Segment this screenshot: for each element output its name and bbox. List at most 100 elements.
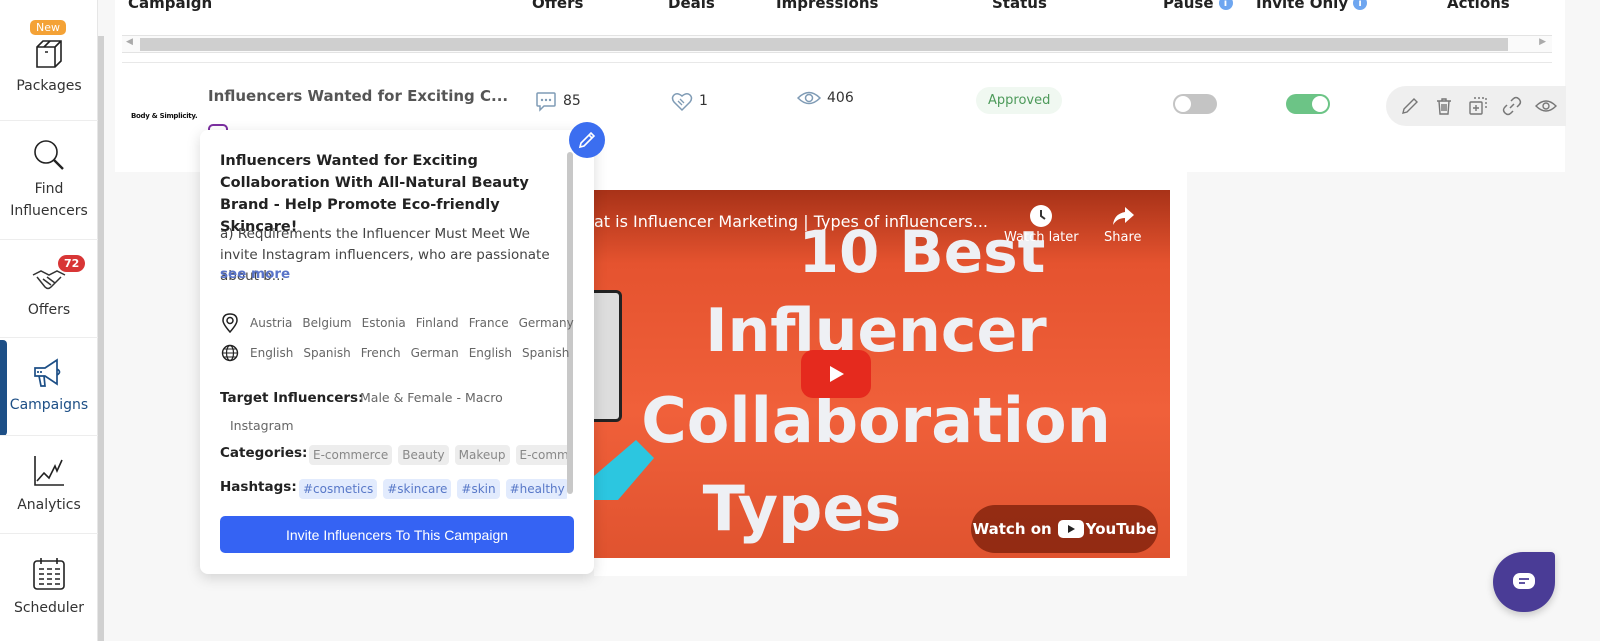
hashtag-chip: #healthy: [505, 479, 567, 499]
sidebar-scrollbar[interactable]: [98, 36, 104, 641]
language: English: [468, 346, 513, 360]
country: France: [468, 316, 509, 330]
category-chip: E-commerce: [309, 445, 393, 465]
actions-group: [1386, 86, 1566, 126]
row-divider: [122, 62, 1552, 63]
country: Belgium: [302, 316, 352, 330]
view-icon[interactable]: [1534, 94, 1558, 118]
watch-later-button[interactable]: Watch later: [1004, 204, 1079, 245]
info-icon[interactable]: i: [1353, 0, 1368, 10]
country: Austria: [250, 316, 293, 330]
play-icon: [830, 366, 844, 382]
hashtag-chip: #skin: [457, 479, 500, 499]
watch-on-youtube-button[interactable]: Watch on YouTube: [971, 505, 1158, 553]
play-button[interactable]: [801, 350, 871, 398]
country: Germany: [518, 316, 574, 330]
scroll-left-arrow[interactable]: ◀: [126, 37, 133, 47]
languages-row: English Spanish French German English Sp…: [220, 344, 579, 362]
header-label: Pause: [1163, 0, 1214, 12]
new-badge: New: [30, 20, 66, 35]
language: German: [410, 346, 459, 360]
thumbnail-text-line2: Influencer: [705, 296, 1047, 366]
toggle-knob: [1312, 96, 1328, 112]
sidebar-item-scheduler[interactable]: Scheduler: [0, 534, 98, 641]
youtube-video[interactable]: at is Influencer Marketing | Types of in…: [594, 190, 1170, 558]
countries-row: Austria Belgium Estonia Finland France G…: [220, 313, 584, 333]
target-influencers-value: Male & Female - Macro: [360, 390, 503, 405]
duplicate-icon[interactable]: [1466, 94, 1490, 118]
sidebar-item-label: Campaigns: [9, 396, 89, 413]
target-influencers-label: Target Influencers:: [220, 390, 364, 406]
youtube-label: YouTube: [1085, 520, 1157, 538]
calendar-icon: [33, 557, 65, 590]
toggle-knob: [1175, 96, 1191, 112]
hashtag-chip: #cosmetics: [299, 479, 378, 499]
sidebar-item-label: Find Influencers: [10, 181, 88, 219]
location-pin-icon: [220, 313, 240, 333]
horizontal-scrollbar[interactable]: ◀ ▶: [122, 35, 1552, 53]
pencil-icon: [578, 131, 596, 149]
sidebar: Packages New Find Influencers Offers 72 …: [0, 0, 98, 641]
share-button[interactable]: Share: [1104, 204, 1142, 245]
thumbnail-text-line3: Collaboration: [641, 384, 1111, 457]
deals-value: 1: [699, 93, 708, 109]
offers-count: 85: [535, 90, 581, 112]
package-icon: [36, 40, 62, 68]
column-header-campaign[interactable]: Campaign: [128, 0, 212, 12]
scroll-right-arrow[interactable]: ▶: [1539, 37, 1546, 47]
offers-count-badge: 72: [58, 255, 86, 272]
megaphone-icon: [34, 357, 61, 387]
thumbnail-text-line1: 10 Best: [798, 218, 1046, 286]
invite-only-toggle[interactable]: [1286, 94, 1330, 114]
search-icon: [34, 140, 64, 170]
column-header-actions: Actions: [1447, 0, 1510, 12]
invite-influencers-button[interactable]: Invite Influencers To This Campaign: [220, 516, 574, 553]
youtube-logo: YouTube: [1057, 520, 1157, 538]
youtube-play-icon: [1057, 520, 1084, 538]
impressions-count: 406: [797, 90, 854, 106]
column-header-status[interactable]: Status: [992, 0, 1047, 12]
hashtags-label: Hashtags:: [220, 479, 297, 495]
edit-campaign-button[interactable]: [569, 122, 605, 158]
clock-icon: [1030, 205, 1053, 227]
status-badge: Approved: [976, 87, 1063, 114]
globe-icon: [220, 344, 240, 362]
column-header-offers[interactable]: Offers: [532, 0, 583, 12]
sidebar-item-label: Packages: [16, 78, 82, 94]
scrollbar-thumb[interactable]: [140, 38, 1508, 51]
column-header-invite-only[interactable]: Invite Only i: [1256, 0, 1368, 12]
eye-icon: [797, 91, 821, 105]
language: Spanish: [522, 346, 570, 360]
offers-value: 85: [563, 93, 581, 109]
language: English: [250, 346, 294, 360]
hashtags-list: #cosmetics #skincare #skin #healthy #cos…: [299, 479, 567, 499]
chat-widget-button[interactable]: [1493, 552, 1555, 612]
see-more-link[interactable]: see more: [220, 266, 290, 282]
sidebar-item-analytics[interactable]: Analytics: [0, 436, 98, 534]
link-icon[interactable]: [1500, 94, 1524, 118]
column-header-impressions[interactable]: Impressions: [776, 0, 878, 12]
hashtag-chip: #skincare: [383, 479, 452, 499]
chat-bubble-icon: [536, 92, 556, 112]
category-chip: Beauty: [398, 445, 449, 465]
brand-logo: Body & Simplicity.: [131, 112, 198, 120]
campaign-title[interactable]: Influencers Wanted for Exciting C...: [208, 87, 508, 105]
deals-count: 1: [671, 90, 708, 112]
country: Finland: [415, 316, 459, 330]
info-icon[interactable]: i: [1218, 0, 1233, 10]
column-header-pause[interactable]: Pause i: [1163, 0, 1233, 12]
pause-toggle[interactable]: [1173, 94, 1217, 114]
sidebar-item-label: Analytics: [17, 496, 81, 513]
sidebar-item-find-influencers[interactable]: Find Influencers: [0, 121, 98, 240]
column-header-deals[interactable]: Deals: [668, 0, 715, 12]
categories-label: Categories:: [220, 445, 308, 461]
sidebar-item-offers[interactable]: Offers: [0, 240, 98, 338]
sidebar-item-packages[interactable]: Packages: [0, 0, 98, 121]
impressions-value: 406: [827, 90, 854, 106]
sidebar-item-campaigns[interactable]: Campaigns: [0, 338, 98, 436]
delete-icon[interactable]: [1432, 94, 1456, 118]
share-label: Share: [1104, 230, 1142, 245]
edit-icon[interactable]: [1398, 94, 1422, 118]
sidebar-item-label: Scheduler: [13, 599, 85, 616]
category-chip: Makeup: [454, 445, 510, 465]
